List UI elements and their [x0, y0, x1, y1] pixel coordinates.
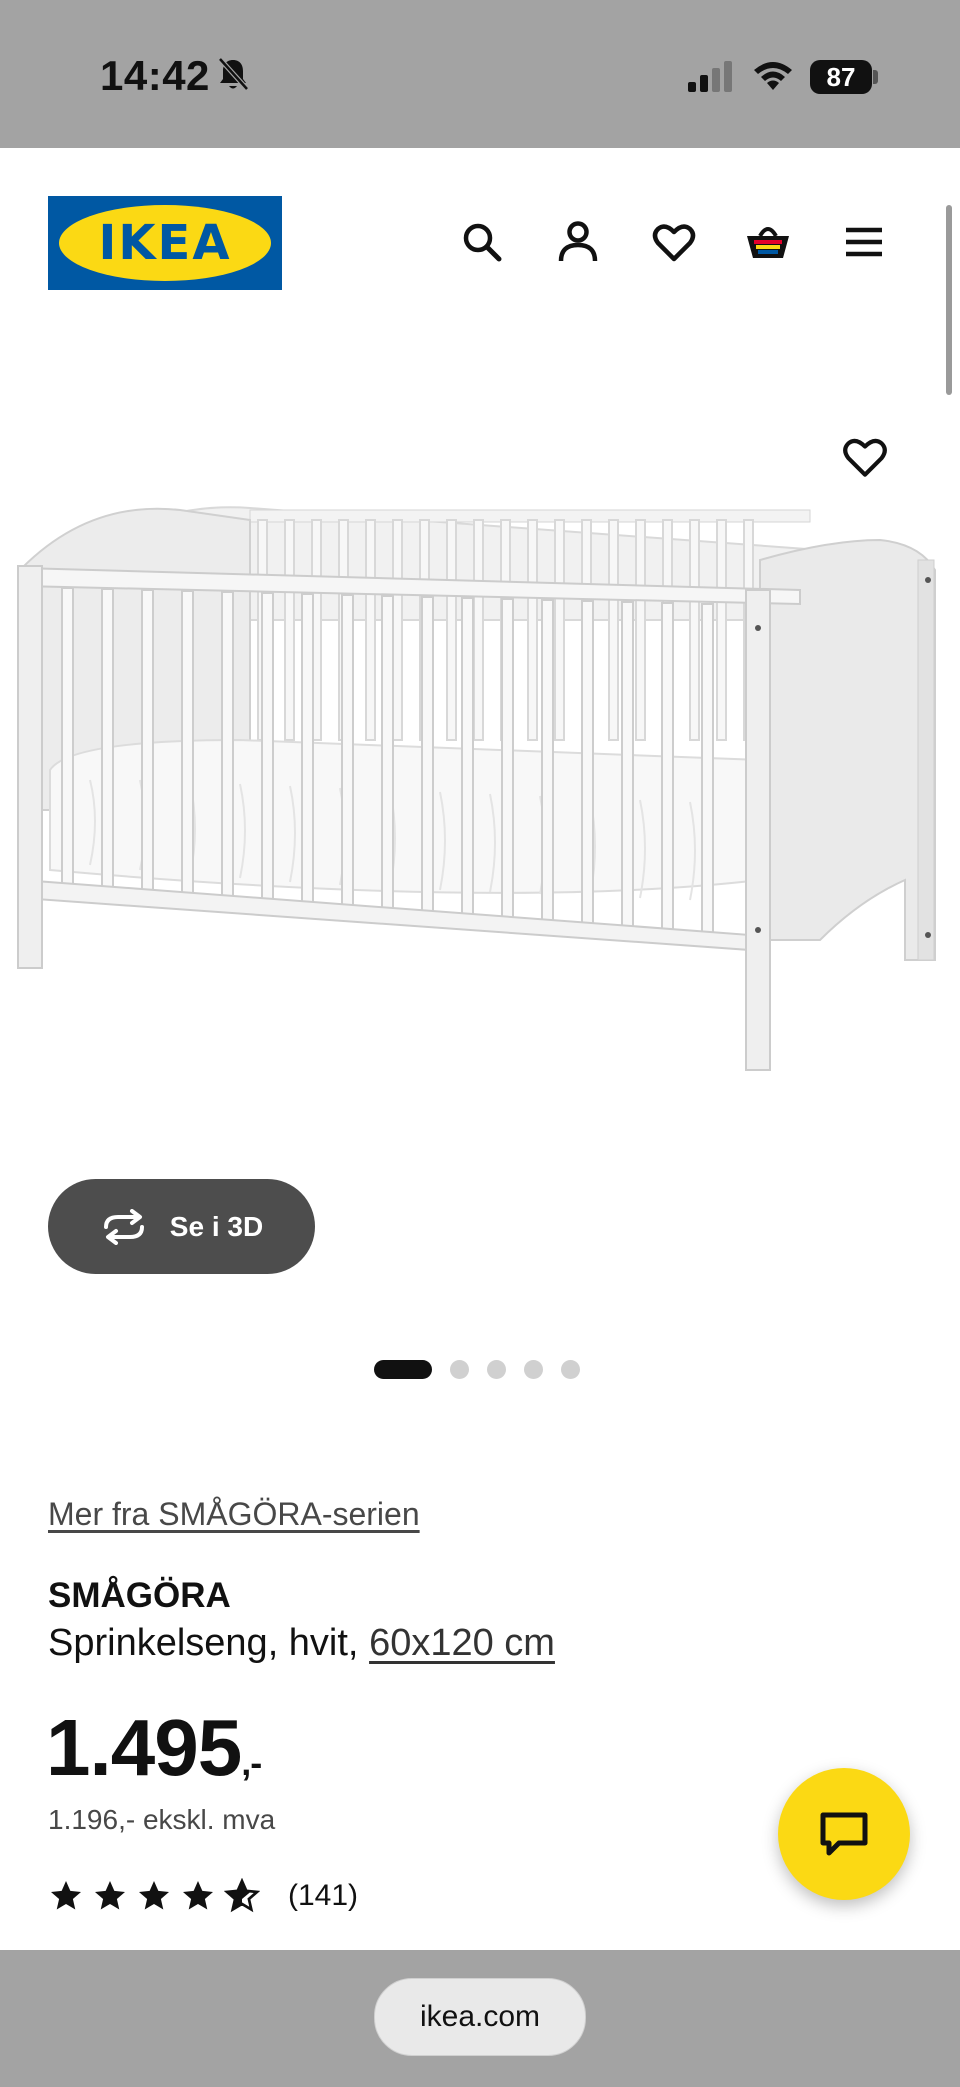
carousel-dot-5[interactable] — [561, 1359, 580, 1379]
carousel-dot-4[interactable] — [524, 1359, 543, 1379]
price-suffix: ,- — [241, 1742, 262, 1783]
view-3d-button[interactable]: Se i 3D — [48, 1179, 315, 1274]
menu-icon[interactable] — [840, 218, 888, 266]
page-scrollbar[interactable] — [946, 205, 952, 395]
product-description-text: Sprinkelseng, hvit, — [48, 1622, 359, 1664]
battery-icon: 87 — [810, 60, 872, 94]
chat-icon — [820, 1812, 868, 1856]
price-excluding-vat: 1.196,- ekskl. mva — [48, 1804, 276, 1835]
battery-tip — [873, 70, 878, 84]
product-size-link[interactable]: 60x120 cm — [369, 1622, 555, 1664]
star-icon — [95, 1881, 125, 1910]
status-time: 14:42 — [100, 52, 210, 99]
ikea-logo[interactable]: IKEA — [48, 196, 282, 290]
carousel-dot-1[interactable] — [374, 1359, 432, 1379]
favorite-heart-icon[interactable] — [840, 432, 890, 482]
chat-button[interactable] — [778, 1768, 910, 1900]
product-name: SMÅGÖRA — [48, 1576, 231, 1615]
carousel-dot-3[interactable] — [487, 1359, 506, 1379]
star-icon — [51, 1881, 81, 1910]
search-icon[interactable] — [458, 218, 506, 266]
rotate-3d-icon — [103, 1208, 144, 1245]
heart-icon[interactable] — [650, 218, 698, 266]
star-icon — [139, 1881, 169, 1910]
status-bar: 14:42 87 — [0, 0, 960, 148]
account-icon[interactable] — [554, 218, 602, 266]
star-icon — [183, 1881, 213, 1910]
url-bar[interactable]: ikea.com — [374, 1978, 586, 2056]
product-price: 1.495,- — [46, 1702, 262, 1794]
series-link[interactable]: Mer fra SMÅGÖRA-serien — [48, 1496, 420, 1533]
carousel-indicator — [374, 1359, 580, 1379]
bell-slash-icon — [216, 56, 250, 92]
wifi-icon — [752, 58, 794, 92]
product-image[interactable] — [0, 480, 960, 1200]
logo-text: IKEA — [59, 205, 271, 281]
review-count: (141) — [288, 1879, 359, 1912]
product-rating[interactable]: (141) — [48, 1878, 358, 1914]
product-description: Sprinkelseng, hvit, 60x120 cm — [48, 1622, 555, 1665]
star-half-icon — [224, 1878, 260, 1913]
price-value: 1.495 — [46, 1703, 242, 1792]
carousel-dot-2[interactable] — [450, 1359, 469, 1379]
basket-icon[interactable] — [744, 218, 792, 266]
view-3d-label: Se i 3D — [169, 1210, 264, 1242]
signal-icon — [686, 60, 736, 94]
